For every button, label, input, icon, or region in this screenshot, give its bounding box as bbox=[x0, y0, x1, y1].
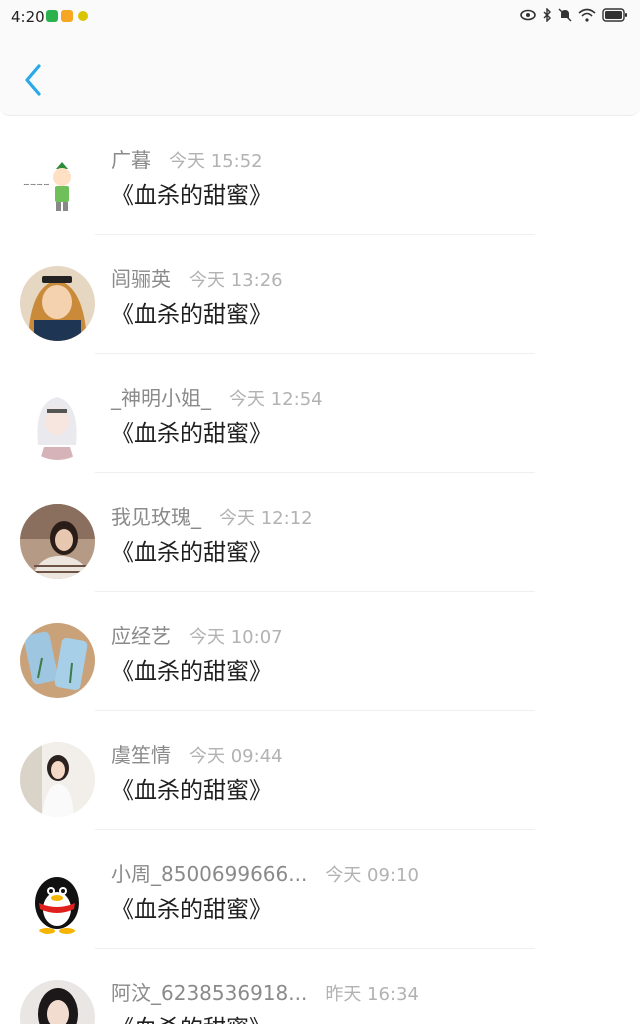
list-item[interactable]: 应经艺 今天 10:07 《血杀的甜蜜》 bbox=[0, 592, 640, 711]
avatar[interactable] bbox=[20, 266, 95, 341]
reader-name: _神明小姐_ bbox=[111, 386, 211, 410]
avatar[interactable] bbox=[20, 385, 95, 460]
read-time: 昨天 16:34 bbox=[325, 984, 419, 1005]
cartoon-figure-avatar: ∼∼∼∼ bbox=[20, 147, 95, 222]
back-button[interactable] bbox=[18, 62, 48, 98]
reader-name: 阿汶_6238536918... bbox=[111, 981, 308, 1005]
avatar[interactable] bbox=[20, 623, 95, 698]
weibo-icon bbox=[61, 10, 73, 22]
reader-name: 广暮 bbox=[111, 148, 151, 172]
reader-list: ∼∼∼∼ 广暮 今天 15:52 《血杀的甜蜜》 闾骊英 今天 13:26 《血… bbox=[0, 116, 640, 1024]
bluetooth-icon bbox=[543, 8, 551, 22]
list-item[interactable]: 我见玫瑰_ 今天 12:12 《血杀的甜蜜》 bbox=[0, 473, 640, 592]
read-time: 今天 12:12 bbox=[219, 508, 313, 529]
avatar[interactable] bbox=[20, 861, 95, 936]
mute-bell-icon bbox=[558, 8, 572, 22]
svg-text:∼∼∼∼: ∼∼∼∼ bbox=[23, 180, 50, 189]
book-title: 《血杀的甜蜜》 bbox=[111, 183, 272, 209]
phone-cases-avatar bbox=[20, 623, 95, 698]
avatar[interactable] bbox=[20, 742, 95, 817]
photo-girl-avatar bbox=[20, 742, 95, 817]
eye-icon bbox=[520, 9, 536, 21]
read-time: 今天 10:07 bbox=[189, 627, 283, 648]
read-time: 今天 09:10 bbox=[325, 865, 419, 886]
status-right-icons bbox=[520, 8, 628, 22]
avatar[interactable] bbox=[20, 980, 95, 1024]
read-time: 今天 13:26 bbox=[189, 270, 283, 291]
chevron-left-icon bbox=[25, 64, 41, 96]
book-title: 《血杀的甜蜜》 bbox=[111, 659, 272, 685]
read-time: 今天 12:54 bbox=[229, 389, 323, 410]
book-title: 《血杀的甜蜜》 bbox=[111, 778, 272, 804]
list-item[interactable]: ∼∼∼∼ 广暮 今天 15:52 《血杀的甜蜜》 bbox=[0, 116, 640, 235]
book-title: 《血杀的甜蜜》 bbox=[111, 540, 272, 566]
list-item[interactable]: 阿汶_6238536918... 昨天 16:34 《血杀的甜蜜》 bbox=[0, 949, 640, 1024]
status-time: 4:20 bbox=[11, 8, 45, 26]
anime-girl-avatar bbox=[20, 266, 95, 341]
list-item[interactable]: 小周_8500699666... 今天 09:10 《血杀的甜蜜》 bbox=[0, 830, 640, 949]
header bbox=[0, 34, 640, 116]
qq-penguin-avatar bbox=[20, 861, 95, 936]
book-title: 《血杀的甜蜜》 bbox=[111, 1009, 272, 1024]
wifi-icon bbox=[578, 8, 596, 22]
book-title: 《血杀的甜蜜》 bbox=[111, 421, 272, 447]
read-time: 今天 09:44 bbox=[189, 746, 283, 767]
reader-name: 虞笙情 bbox=[111, 743, 171, 767]
reader-name: 闾骊英 bbox=[111, 267, 171, 291]
photo-girl-avatar bbox=[20, 980, 95, 1024]
read-time: 今天 15:52 bbox=[169, 151, 263, 172]
list-item[interactable]: 虞笙情 今天 09:44 《血杀的甜蜜》 bbox=[0, 711, 640, 830]
reader-name: 我见玫瑰_ bbox=[111, 505, 201, 529]
list-item[interactable]: 闾骊英 今天 13:26 《血杀的甜蜜》 bbox=[0, 235, 640, 354]
avatar[interactable] bbox=[20, 504, 95, 579]
status-left-icons bbox=[46, 10, 88, 22]
book-title: 《血杀的甜蜜》 bbox=[111, 302, 272, 328]
book-title: 《血杀的甜蜜》 bbox=[111, 897, 272, 923]
status-bar: 4:20 bbox=[0, 0, 640, 34]
anime-white-hair-avatar bbox=[20, 385, 95, 460]
list-item[interactable]: _神明小姐_ 今天 12:54 《血杀的甜蜜》 bbox=[0, 354, 640, 473]
photo-girl-avatar bbox=[20, 504, 95, 579]
avatar[interactable]: ∼∼∼∼ bbox=[20, 147, 95, 222]
wechat-icon bbox=[46, 10, 58, 22]
battery-icon bbox=[602, 8, 627, 22]
reader-name: 应经艺 bbox=[111, 624, 171, 648]
reader-name: 小周_8500699666... bbox=[111, 862, 308, 886]
notification-dot-icon bbox=[78, 11, 88, 21]
